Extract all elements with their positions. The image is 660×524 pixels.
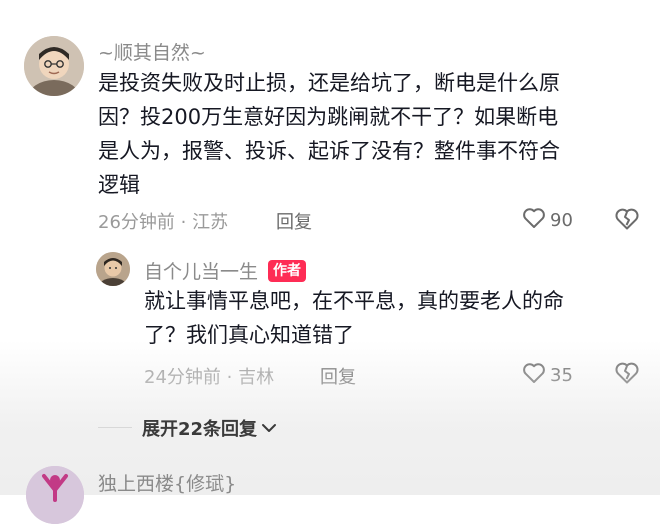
comment-text-line: 是投资失败及时止损，还是给坑了，断电是什么原 (98, 71, 560, 95)
broken-heart-icon (614, 207, 640, 235)
reply-text: 就让事情平息吧，在不平息，真的要老人的命 了？我们真心知道错了 (144, 284, 644, 352)
dislike-button[interactable] (614, 361, 640, 389)
next-comment-username[interactable]: 独上西楼{修珷} (98, 469, 236, 496)
reply-text-line: 就让事情平息吧，在不平息，真的要老人的命 (144, 289, 564, 313)
comment-username[interactable]: ~顺其自然~ (98, 38, 206, 65)
heart-outline-icon (522, 362, 546, 388)
comment-text-line: 逻辑 (98, 173, 140, 197)
avatar[interactable] (96, 252, 130, 286)
chevron-down-icon (261, 419, 277, 438)
reply-username[interactable]: 自个儿当一生 (144, 257, 258, 284)
comment-text-line: 因？投200万生意好因为跳闸就不干了？如果断电 (98, 105, 559, 129)
broken-heart-icon (614, 361, 640, 389)
reply-header: 自个儿当一生 作者 (144, 257, 307, 284)
comment-text: 是投资失败及时止损，还是给坑了，断电是什么原 因？投200万生意好因为跳闸就不干… (98, 66, 643, 202)
heart-outline-icon (522, 207, 546, 233)
avatar[interactable] (26, 466, 84, 524)
comment-meta: 26分钟前 · 江苏 (98, 212, 229, 233)
author-badge: 作者 (268, 259, 307, 282)
avatar[interactable] (24, 36, 84, 96)
comment-text-line: 是人为，报警、投诉、起诉了没有？整件事不符合 (98, 139, 560, 163)
like-count: 90 (550, 209, 573, 231)
like-button[interactable]: 35 (522, 361, 573, 389)
reply-button[interactable]: 回复 (276, 208, 312, 234)
expand-divider (98, 427, 132, 428)
reply-button[interactable]: 回复 (320, 363, 356, 389)
expand-replies-label: 展开22条回复 (142, 419, 258, 440)
expand-replies-button[interactable]: 展开22条回复 (142, 415, 277, 441)
like-count: 35 (550, 364, 573, 386)
reply-text-line: 了？我们真心知道错了 (144, 323, 354, 347)
dislike-button[interactable] (614, 207, 640, 235)
reply-meta: 24分钟前 · 吉林 (144, 367, 275, 388)
like-button[interactable]: 90 (522, 206, 573, 234)
